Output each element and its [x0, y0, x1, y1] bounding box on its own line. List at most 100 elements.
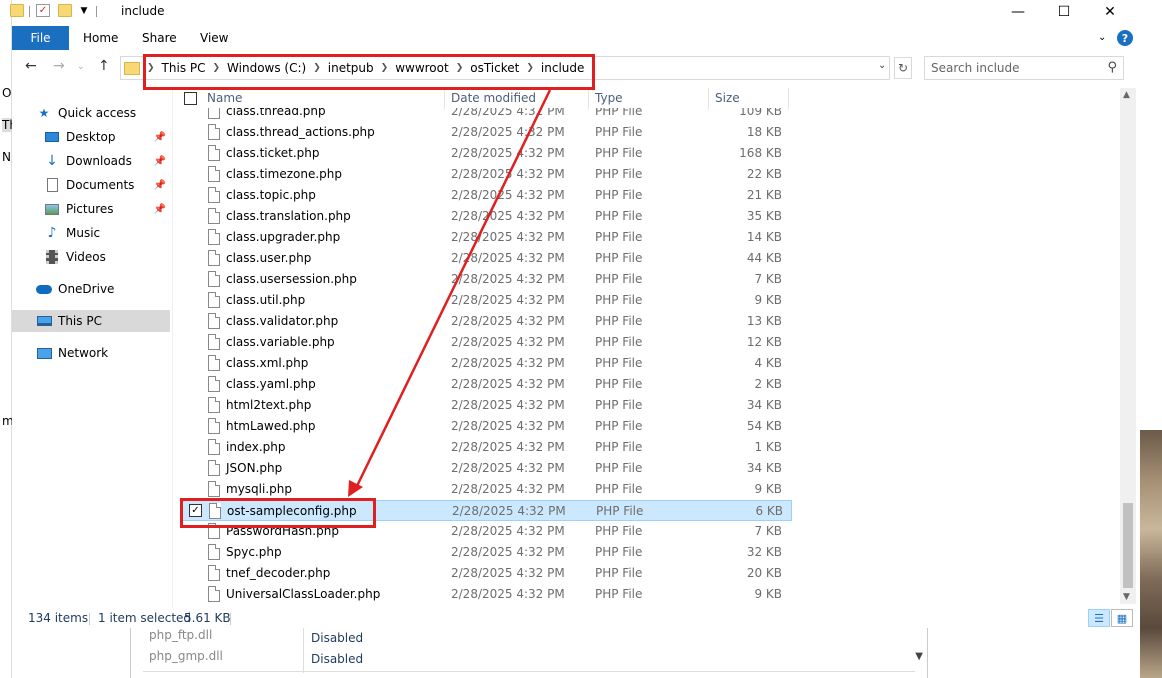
table-row[interactable]: class.util.php 2/28/2025 4:32 PM PHP File 9… — [182, 290, 792, 311]
column-header-name[interactable]: Name — [207, 91, 242, 105]
table-row[interactable]: class.variable.php 2/28/2025 4:32 PM PHP F… — [182, 332, 792, 353]
tab-view[interactable]: View — [200, 31, 228, 45]
table-row[interactable]: index.php 2/28/2025 4:32 PM PHP File 1 KB — [182, 437, 792, 458]
vertical-scrollbar[interactable]: ▲ ▼ — [1120, 88, 1136, 604]
file-name[interactable]: class.translation.php — [226, 209, 351, 223]
up-arrow-icon[interactable]: ↑ — [98, 58, 110, 74]
column-divider[interactable] — [588, 88, 589, 110]
select-all-checkbox[interactable] — [184, 92, 197, 105]
minimize-icon[interactable]: — — [995, 0, 1041, 24]
nav-item-desktop[interactable]: Desktop 📌 — [44, 126, 170, 148]
pin-icon[interactable]: 📌 — [154, 156, 166, 167]
close-icon[interactable]: ✕ — [1087, 0, 1133, 24]
pin-icon[interactable]: 📌 — [154, 180, 166, 191]
table-row[interactable]: Spyc.php 2/28/2025 4:32 PM PHP File 32 KB — [182, 542, 792, 563]
scroll-up-icon[interactable]: ▲ — [1123, 90, 1130, 100]
file-name[interactable]: class.thread_actions.php — [226, 125, 375, 139]
file-name[interactable]: class.timezone.php — [226, 167, 342, 181]
column-divider[interactable] — [708, 88, 709, 110]
file-name[interactable]: class.ticket.php — [226, 146, 320, 160]
file-name[interactable]: html2text.php — [226, 398, 311, 412]
file-name[interactable]: Spyc.php — [226, 545, 282, 559]
scroll-down-icon[interactable]: ▼ — [915, 651, 923, 662]
music-note-icon: ♪ — [47, 225, 57, 241]
file-name[interactable]: UniversalClassLoader.php — [226, 587, 380, 601]
recent-locations-icon[interactable]: ⌄ — [77, 62, 85, 72]
nav-item-documents[interactable]: Documents 📌 — [44, 174, 170, 196]
column-header-date[interactable]: Date modified — [451, 91, 536, 105]
file-name[interactable]: JSON.php — [226, 461, 282, 475]
table-row[interactable]: class.thread.php 2/28/2025 4:32 PM PHP Fil… — [182, 108, 792, 122]
forward-arrow-icon[interactable]: → — [53, 58, 65, 74]
tab-file[interactable]: File — [12, 26, 69, 50]
column-divider[interactable] — [444, 88, 445, 110]
background-text: O — [2, 86, 12, 100]
search-input[interactable] — [931, 58, 1101, 78]
file-name[interactable]: class.validator.php — [226, 314, 338, 328]
table-row[interactable]: class.yaml.php 2/28/2025 4:32 PM PHP File 2… — [182, 374, 792, 395]
nav-item-downloads[interactable]: ↓ Downloads 📌 — [44, 150, 170, 172]
table-row[interactable]: class.thread_actions.php 2/28/2025 4:32 P… — [182, 122, 792, 143]
column-header-type[interactable]: Type — [595, 91, 623, 105]
customize-toolbar-icon[interactable]: ▼ — [77, 4, 91, 17]
maximize-icon[interactable]: ☐ — [1041, 0, 1087, 24]
file-name[interactable]: index.php — [226, 440, 285, 454]
table-row[interactable]: mysqli.php 2/28/2025 4:32 PM PHP File 9 KB — [182, 479, 792, 500]
table-row[interactable]: class.timezone.php 2/28/2025 4:32 PM PHP F… — [182, 164, 792, 185]
column-divider[interactable] — [788, 88, 789, 110]
new-folder-icon[interactable] — [58, 4, 72, 17]
table-row[interactable]: class.usersession.php 2/28/2025 4:32 PM PH… — [182, 269, 792, 290]
table-row[interactable]: class.validator.php 2/28/2025 4:32 PM PHP … — [182, 311, 792, 332]
file-size: 1 KB — [754, 440, 782, 454]
pin-icon[interactable]: 📌 — [154, 204, 166, 215]
tab-home[interactable]: Home — [83, 31, 118, 45]
table-row[interactable]: class.user.php 2/28/2025 4:32 PM PHP File 4… — [182, 248, 792, 269]
nav-item-quick-access[interactable]: ★ Quick access — [36, 102, 170, 124]
nav-item-music[interactable]: ♪ Music — [44, 222, 170, 244]
table-row[interactable]: class.xml.php 2/28/2025 4:32 PM PHP File 4 … — [182, 353, 792, 374]
file-name[interactable]: htmLawed.php — [226, 419, 316, 433]
refresh-icon[interactable]: ↻ — [894, 57, 912, 79]
table-row[interactable]: UniversalClassLoader.php 2/28/2025 4:32 P… — [182, 584, 792, 605]
file-name[interactable]: class.variable.php — [226, 335, 335, 349]
scrollbar-thumb[interactable] — [1123, 503, 1133, 588]
table-row[interactable]: html2text.php 2/28/2025 4:32 PM PHP File 34… — [182, 395, 792, 416]
file-name[interactable]: class.xml.php — [226, 356, 308, 370]
file-size: 109 KB — [739, 108, 782, 118]
table-row[interactable]: JSON.php 2/28/2025 4:32 PM PHP File 34 KB — [182, 458, 792, 479]
file-name[interactable]: mysqli.php — [226, 482, 292, 496]
table-row[interactable]: class.ticket.php 2/28/2025 4:32 PM PHP Fil… — [182, 143, 792, 164]
details-view-icon[interactable]: ☰ — [1088, 609, 1110, 627]
chevron-down-icon[interactable]: ⌄ — [1098, 32, 1106, 43]
column-header-size[interactable]: Size — [715, 91, 740, 105]
file-name[interactable]: tnef_decoder.php — [226, 566, 330, 580]
properties-icon[interactable]: ✓ — [36, 4, 50, 17]
php-file-icon — [208, 544, 220, 560]
tab-share[interactable]: Share — [142, 31, 177, 45]
file-name[interactable]: class.thread.php — [226, 108, 326, 118]
back-arrow-icon[interactable]: ← — [25, 58, 37, 74]
file-name[interactable]: class.yaml.php — [226, 377, 316, 391]
table-row[interactable]: tnef_decoder.php 2/28/2025 4:32 PM PHP Fil… — [182, 563, 792, 584]
file-name[interactable]: class.usersession.php — [226, 272, 357, 286]
file-name[interactable]: class.topic.php — [226, 188, 316, 202]
help-icon[interactable]: ? — [1117, 30, 1133, 46]
file-name[interactable]: class.util.php — [226, 293, 305, 307]
table-row[interactable]: htmLawed.php 2/28/2025 4:32 PM PHP File 54 … — [182, 416, 792, 437]
search-icon[interactable]: ⚲ — [1107, 60, 1117, 75]
pin-icon[interactable]: 📌 — [154, 132, 166, 143]
file-name[interactable]: class.user.php — [226, 251, 311, 265]
scroll-down-icon[interactable]: ▼ — [1123, 592, 1130, 602]
nav-item-network[interactable]: Network — [36, 342, 170, 364]
table-row[interactable]: class.topic.php 2/28/2025 4:32 PM PHP File… — [182, 185, 792, 206]
large-icons-view-icon[interactable]: ▦ — [1111, 609, 1133, 627]
nav-item-pictures[interactable]: Pictures 📌 — [44, 198, 170, 220]
nav-item-onedrive[interactable]: OneDrive — [36, 278, 170, 300]
nav-item-videos[interactable]: Videos — [44, 246, 170, 268]
file-name[interactable]: class.upgrader.php — [226, 230, 340, 244]
address-dropdown-icon[interactable]: ⌄ — [878, 60, 886, 71]
search-box[interactable]: ⚲ — [924, 56, 1124, 80]
table-row[interactable]: class.translation.php 2/28/2025 4:32 PM PH… — [182, 206, 792, 227]
table-row[interactable]: class.upgrader.php 2/28/2025 4:32 PM PHP F… — [182, 227, 792, 248]
nav-item-this-pc[interactable]: This PC — [12, 310, 170, 332]
